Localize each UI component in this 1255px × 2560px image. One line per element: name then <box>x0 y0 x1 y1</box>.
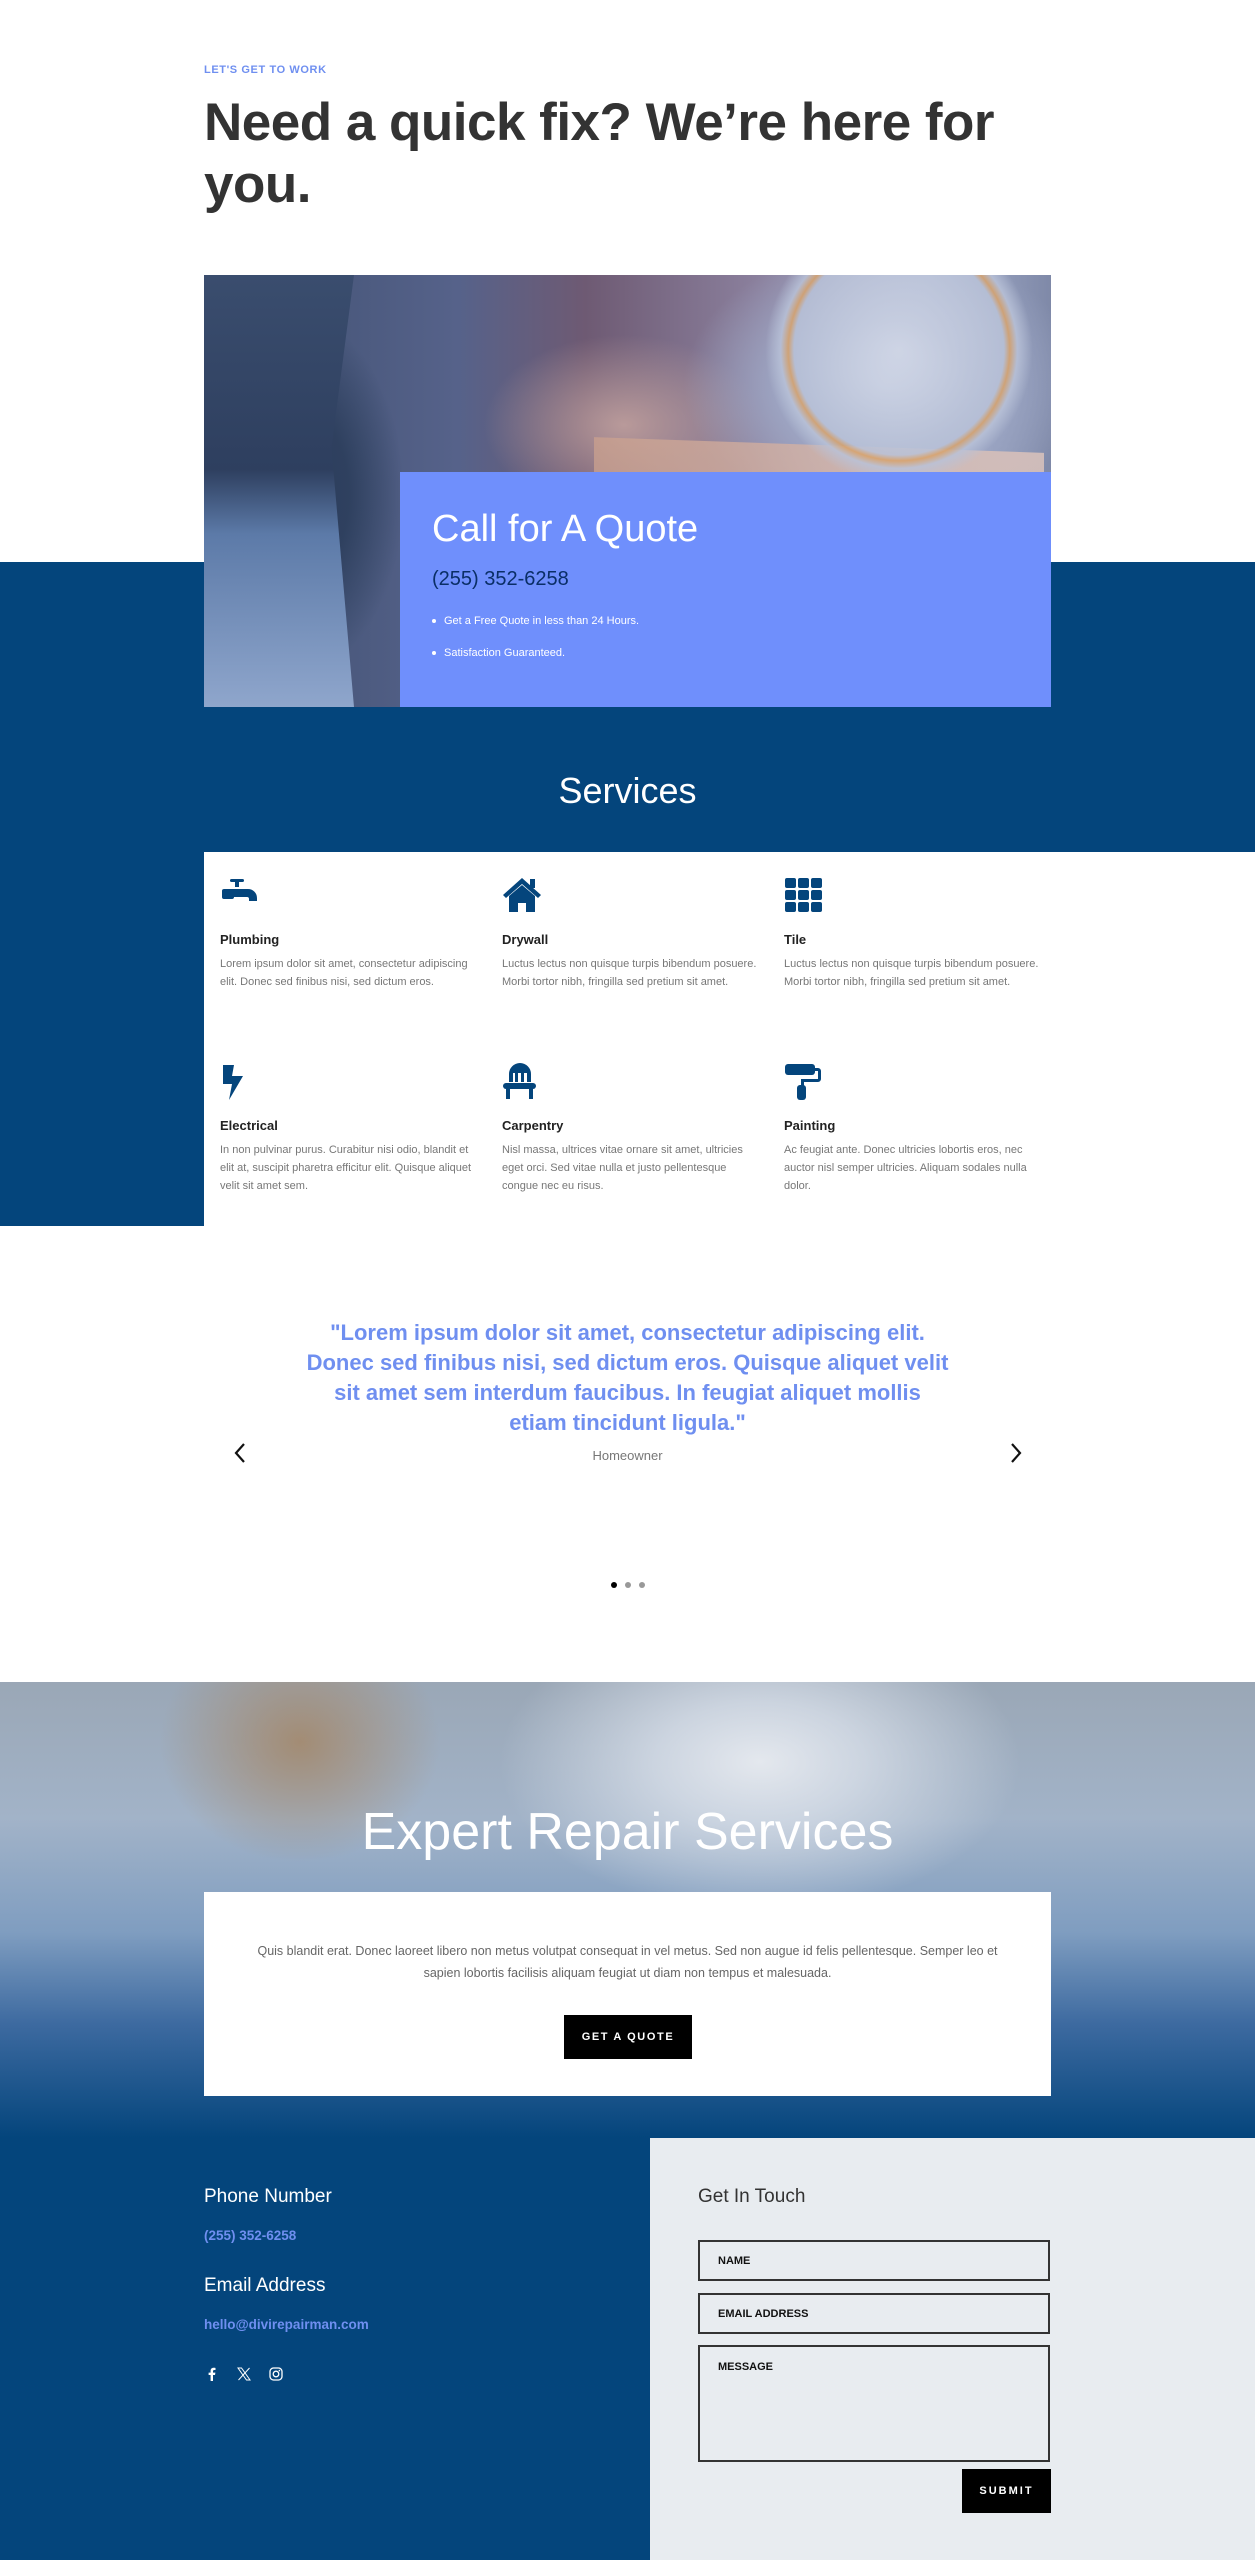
testimonial-author: Homeowner <box>592 1448 663 1463</box>
service-item-tile: Tile Luctus lectus non quisque turpis bi… <box>784 876 1044 991</box>
x-twitter-link[interactable] <box>236 2366 252 2382</box>
service-name: Drywall <box>502 932 549 947</box>
bullet-icon <box>432 651 436 655</box>
message-placeholder: MESSAGE <box>718 2361 774 2373</box>
tile-grid-icon <box>785 878 822 912</box>
service-name: Electrical <box>220 1118 278 1133</box>
facebook-icon <box>208 2367 216 2381</box>
message-textarea[interactable]: MESSAGE <box>698 2345 1050 2462</box>
service-name: Carpentry <box>502 1118 564 1133</box>
chevron-right-icon <box>1011 1443 1022 1463</box>
service-description: In non pulvinar purus. Curabitur nisi od… <box>220 1144 472 1192</box>
service-name: Plumbing <box>220 932 280 947</box>
expert-card: Quis blandit erat. Donec laoreet libero … <box>204 1892 1051 2096</box>
lightning-bolt-icon <box>223 1065 243 1100</box>
service-description: Ac feugiat ante. Donec ultricies loborti… <box>784 1144 1027 1192</box>
slider-dot[interactable] <box>610 1582 617 1588</box>
service-description: Luctus lectus non quisque turpis bibendu… <box>784 958 1039 988</box>
hero-eyebrow: LET'S GET TO WORK <box>204 64 327 76</box>
email-link[interactable]: hello@divirepairman.com <box>204 2317 369 2332</box>
slider-prev-button[interactable] <box>225 1438 255 1468</box>
instagram-link[interactable] <box>268 2366 284 2382</box>
chevron-left-icon <box>234 1443 245 1463</box>
get-in-touch-title: Get In Touch <box>698 2186 806 2207</box>
paint-roller-icon <box>785 1064 821 1100</box>
service-description: Luctus lectus non quisque turpis bibendu… <box>502 958 757 988</box>
x-twitter-icon <box>237 2367 251 2381</box>
service-item-electrical: Electrical In non pulvinar purus. Curabi… <box>220 1062 480 1195</box>
faucet-icon <box>222 879 257 901</box>
service-item-plumbing: Plumbing Lorem ipsum dolor sit amet, con… <box>220 876 480 991</box>
email-placeholder: EMAIL ADDRESS <box>718 2307 809 2320</box>
quote-benefit-text: Satisfaction Guaranteed. <box>444 647 566 659</box>
service-name: Tile <box>784 932 807 947</box>
submit-button[interactable]: SUBMIT <box>962 2469 1051 2513</box>
slider-dot[interactable] <box>624 1582 631 1588</box>
instagram-icon <box>269 2367 283 2381</box>
social-links <box>204 2366 284 2382</box>
slider-next-button[interactable] <box>1001 1438 1031 1468</box>
call-for-quote-box: Call for A Quote (255) 352-6258 Get a Fr… <box>400 472 1051 707</box>
service-item-carpentry: Carpentry Nisl massa, ultrices vitae orn… <box>502 1062 762 1195</box>
quote-box-phone[interactable]: (255) 352-6258 <box>432 568 1019 591</box>
service-description: Lorem ipsum dolor sit amet, consectetur … <box>220 958 468 988</box>
chair-icon <box>503 1063 536 1099</box>
email-input[interactable]: EMAIL ADDRESS <box>698 2293 1050 2334</box>
name-input[interactable]: NAME <box>698 2240 1050 2281</box>
name-placeholder: NAME <box>718 2254 751 2267</box>
service-description: Nisl massa, ultrices vitae ornare sit am… <box>502 1144 743 1192</box>
get-a-quote-button[interactable]: GET A QUOTE <box>564 2015 692 2059</box>
hero-title: Need a quick fix? We’re here for you. <box>204 93 995 214</box>
house-icon <box>503 878 541 912</box>
slider-pagination <box>0 1582 1255 1588</box>
service-item-painting: Painting Ac feugiat ante. Donec ultricie… <box>784 1062 1044 1195</box>
phone-heading: Phone Number <box>204 2186 332 2207</box>
service-name: Painting <box>784 1118 836 1133</box>
phone-link[interactable]: (255) 352-6258 <box>204 2228 296 2243</box>
testimonial-quote: "Lorem ipsum dolor sit amet, consectetur… <box>306 1320 949 1435</box>
quote-benefit-item: Satisfaction Guaranteed. <box>432 637 1019 669</box>
email-heading: Email Address <box>204 2275 326 2296</box>
expert-repair-section: Expert Repair Services Quis blandit erat… <box>0 1682 1255 2138</box>
testimonial-slider: "Lorem ipsum dolor sit amet, consectetur… <box>0 1226 1255 1682</box>
quote-box-title: Call for A Quote <box>432 508 699 550</box>
expert-title: Expert Repair Services <box>361 1803 894 1861</box>
bullet-icon <box>432 619 436 623</box>
services-title: Services <box>558 770 697 811</box>
service-item-drywall: Drywall Luctus lectus non quisque turpis… <box>502 876 762 991</box>
slider-dot[interactable] <box>638 1582 645 1588</box>
quote-benefit-item: Get a Free Quote in less than 24 Hours. <box>432 605 1019 637</box>
photo-person <box>204 275 354 707</box>
quote-benefit-text: Get a Free Quote in less than 24 Hours. <box>444 615 640 627</box>
expert-text: Quis blandit erat. Donec laoreet libero … <box>257 1944 998 1980</box>
facebook-link[interactable] <box>204 2366 220 2382</box>
services-panel: Plumbing Lorem ipsum dolor sit amet, con… <box>204 852 1255 1226</box>
quote-benefits-list: Get a Free Quote in less than 24 Hours. … <box>432 605 1019 669</box>
